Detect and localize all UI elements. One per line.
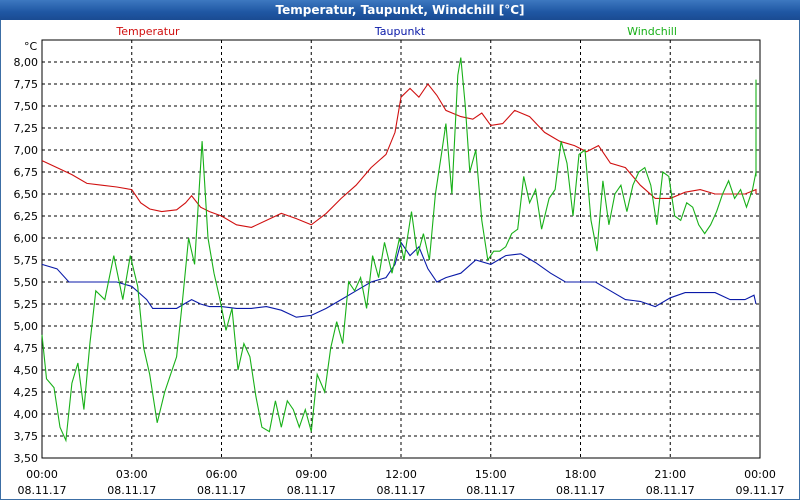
y-tick-label: 5,75 <box>14 254 39 267</box>
y-tick-label: 3,50 <box>14 452 39 465</box>
y-tick-label: 6,75 <box>14 166 39 179</box>
y-tick-label: 3,75 <box>14 430 39 443</box>
x-tick-date-label: 08.11.17 <box>377 484 426 497</box>
y-tick-label: 7,75 <box>14 78 39 91</box>
x-tick-time-label: 06:00 <box>206 468 238 481</box>
y-tick-label: 6,00 <box>14 232 39 245</box>
x-tick-date-label: 08.11.17 <box>107 484 156 497</box>
x-tick-time-label: 00:00 <box>744 468 776 481</box>
y-tick-label: 5,25 <box>14 298 39 311</box>
x-tick-date-label: 08.11.17 <box>197 484 246 497</box>
legend-entry-taupunkt: Taupunkt <box>374 25 426 38</box>
y-tick-label: 6,25 <box>14 210 39 223</box>
x-tick-date-label: 08.11.17 <box>287 484 336 497</box>
y-axis-unit-label: °C <box>24 40 38 53</box>
y-tick-label: 6,50 <box>14 188 39 201</box>
x-tick-time-label: 03:00 <box>116 468 148 481</box>
x-tick-date-label: 08.11.17 <box>646 484 695 497</box>
x-tick-date-label: 08.11.17 <box>556 484 605 497</box>
legend-entry-temperatur: Temperatur <box>115 25 180 38</box>
x-tick-date-label: 08.11.17 <box>18 484 67 497</box>
y-axis: 3,50 3,75 4,00 4,25 4,50 4,75 5,00 5,25 5,50 5,75… <box>14 56 39 465</box>
y-tick-label: 5,50 <box>14 276 39 289</box>
x-tick-time-label: 15:00 <box>475 468 507 481</box>
legend: Temperatur Taupunkt Windchill <box>115 25 677 38</box>
x-tick-time-label: 09:00 <box>295 468 327 481</box>
y-tick-label: 7,50 <box>14 100 39 113</box>
y-tick-label: 4,25 <box>14 386 39 399</box>
y-tick-label: 4,75 <box>14 342 39 355</box>
y-tick-label: 5,00 <box>14 320 39 333</box>
x-tick-time-label: 18:00 <box>565 468 597 481</box>
y-tick-label: 4,50 <box>14 364 39 377</box>
y-tick-label: 4,00 <box>14 408 39 421</box>
chart-title: Temperatur, Taupunkt, Windchill [°C] <box>0 0 800 20</box>
y-tick-label: 7,00 <box>14 144 39 157</box>
x-tick-time-label: 12:00 <box>385 468 417 481</box>
chart-canvas: 3,50 3,75 4,00 4,25 4,50 4,75 5,00 5,25 5,50 5,75… <box>14 25 785 497</box>
x-tick-time-label: 21:00 <box>654 468 686 481</box>
x-tick-time-label: 00:00 <box>26 468 58 481</box>
y-tick-label: 7,25 <box>14 122 39 135</box>
x-axis: 00:00 08.11.17 03:00 08.11.17 06:00 08.11.17 0… <box>18 468 785 497</box>
x-tick-date-label: 09.11.17 <box>736 484 785 497</box>
y-tick-label: 8,00 <box>14 56 39 69</box>
x-tick-date-label: 08.11.17 <box>466 484 515 497</box>
legend-entry-windchill: Windchill <box>627 25 677 38</box>
